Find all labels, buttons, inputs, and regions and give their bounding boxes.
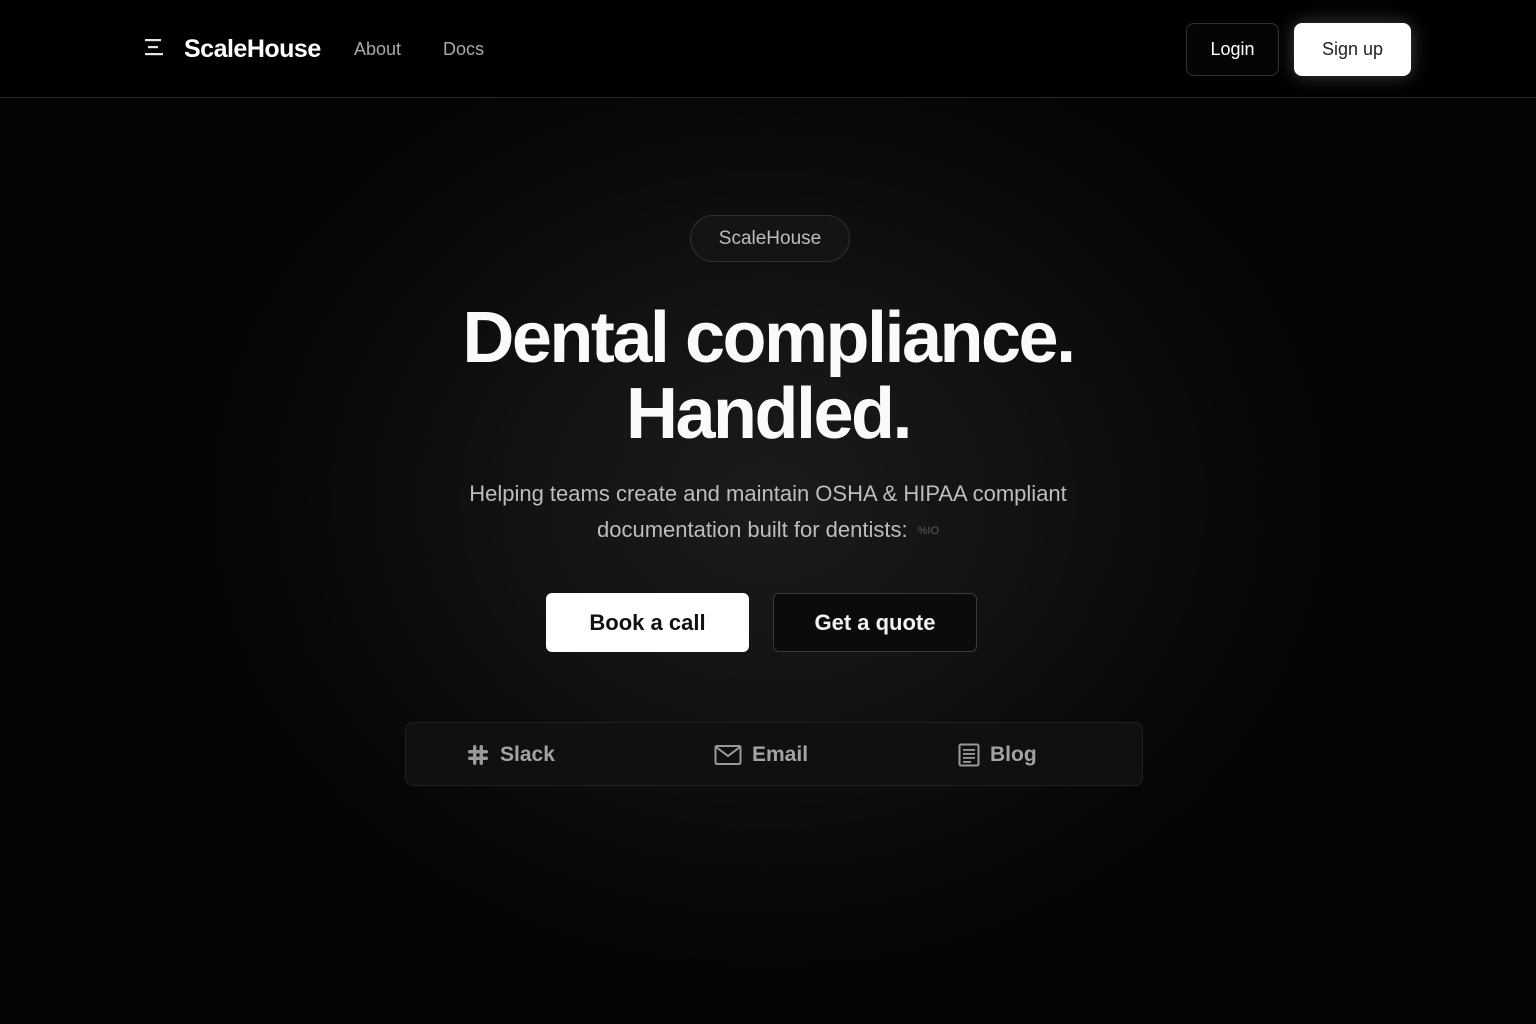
- book-call-button[interactable]: Book a call: [546, 593, 749, 652]
- top-nav: ScaleHouse About Docs Login Sign up: [0, 0, 1536, 98]
- channel-slack-label: Slack: [500, 743, 555, 766]
- signup-button[interactable]: Sign up: [1294, 23, 1411, 76]
- menu-icon[interactable]: [142, 35, 166, 59]
- channel-email-label: Email: [752, 743, 809, 766]
- document-icon: [958, 743, 980, 767]
- landing-page: ScaleHouse About Docs Login Sign up Scal…: [0, 0, 1536, 1024]
- subtext-small-mark: %IO: [917, 525, 940, 538]
- subtext-line-2: documentation built for dentists:: [596, 517, 908, 542]
- brand-logo-text[interactable]: ScaleHouse: [184, 35, 321, 64]
- nav-link-docs[interactable]: Docs: [443, 39, 484, 60]
- mail-icon: [714, 745, 742, 765]
- headline-line-1: Dental compliance.: [462, 298, 1076, 378]
- hero-headline: Dental compliance. Handled.: [318, 300, 1218, 452]
- subtext-line-1: Helping teams create and maintain OSHA &…: [469, 481, 1067, 506]
- channel-email[interactable]: Email: [714, 723, 808, 787]
- login-button[interactable]: Login: [1186, 23, 1279, 76]
- brand-pill: ScaleHouse: [690, 215, 850, 262]
- headline-line-2: Handled.: [625, 374, 913, 454]
- get-quote-button[interactable]: Get a quote: [773, 593, 977, 652]
- hero-subtext: Helping teams create and maintain OSHA &…: [368, 476, 1168, 549]
- channel-blog-label: Blog: [990, 743, 1037, 766]
- channel-slack[interactable]: Slack: [466, 723, 555, 787]
- contact-channels-bar: Slack Email Blog: [405, 722, 1143, 786]
- slack-icon: [468, 745, 488, 765]
- channel-blog[interactable]: Blog: [958, 723, 1037, 787]
- nav-link-about[interactable]: About: [354, 39, 401, 60]
